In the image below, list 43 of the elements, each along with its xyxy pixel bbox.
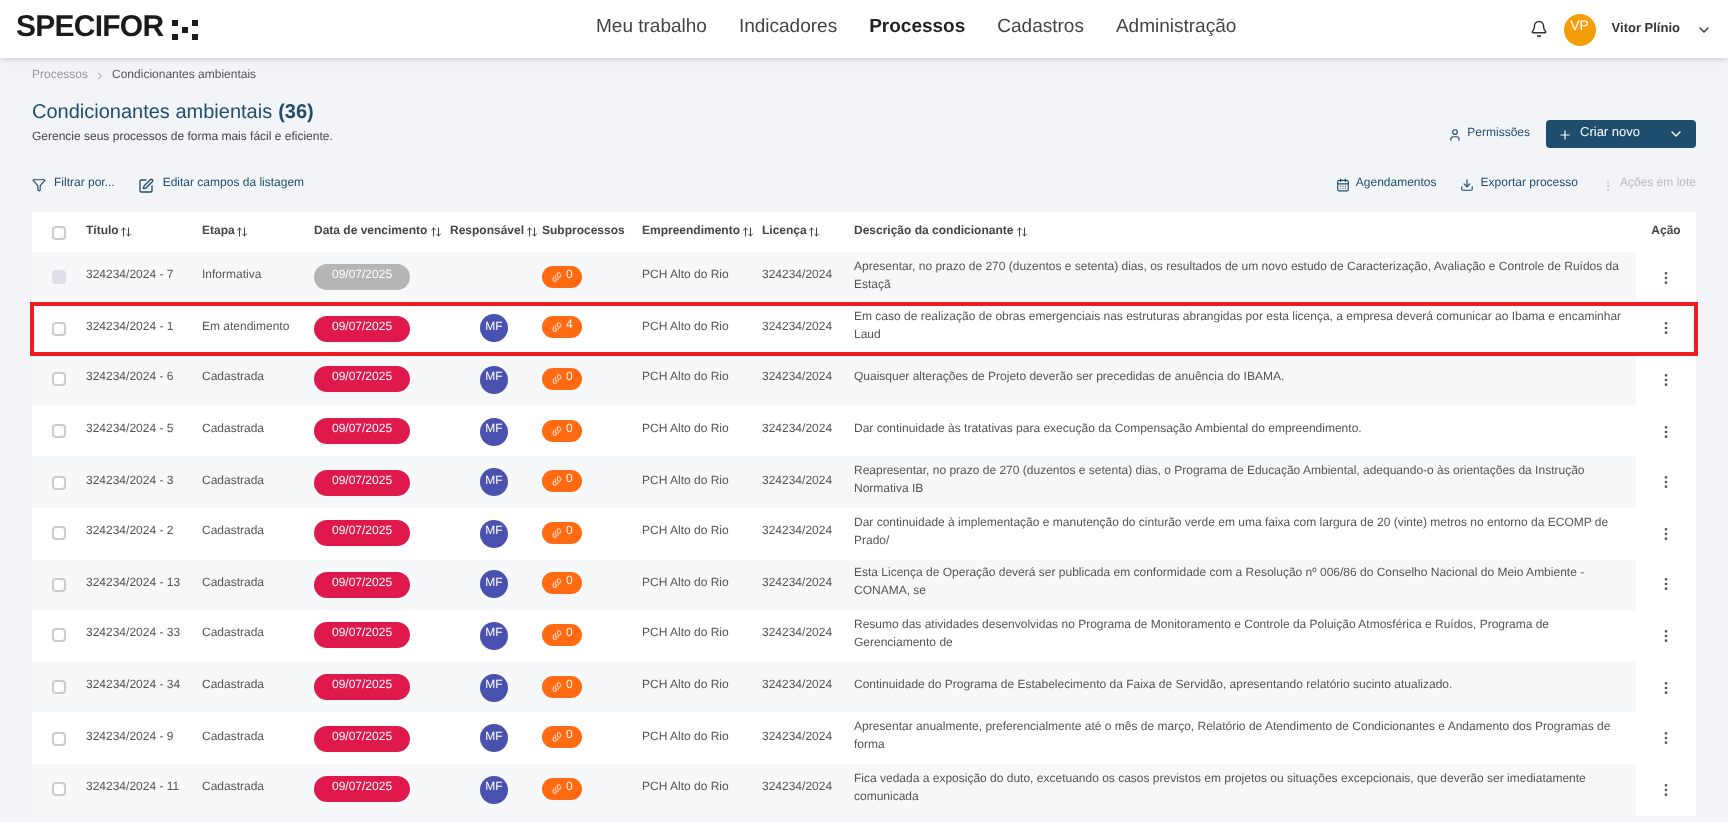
- row-checkbox[interactable]: [51, 628, 65, 643]
- row-checkbox[interactable]: [51, 321, 65, 336]
- nav-link[interactable]: Administração: [1115, 14, 1237, 44]
- sort-icon: [120, 226, 133, 238]
- plus-icon: [1558, 127, 1573, 141]
- row-checkbox[interactable]: [51, 372, 65, 387]
- bell-icon[interactable]: [1529, 20, 1548, 38]
- sort-icon: [429, 226, 442, 238]
- table-row[interactable]: [32, 610, 1696, 662]
- row-checkbox[interactable]: [51, 475, 65, 490]
- chevron-right-icon: [94, 70, 107, 82]
- logo-text: SPECIFOR: [16, 8, 164, 49]
- sort-icon: [526, 226, 539, 238]
- row-checkbox[interactable]: [51, 526, 65, 541]
- table-row[interactable]: [32, 456, 1696, 508]
- sort-icon: [742, 226, 755, 238]
- sort-icon: [236, 226, 249, 238]
- row-checkbox[interactable]: [51, 782, 65, 797]
- page-title: Condicionantes ambientais: [32, 100, 273, 128]
- sort-icon: [808, 226, 821, 238]
- nav-link[interactable]: Meu trabalho: [596, 14, 707, 44]
- table-row[interactable]: [32, 303, 1696, 355]
- download-icon: [1460, 178, 1475, 192]
- nav-link[interactable]: Processos: [869, 14, 966, 44]
- filter-icon: [32, 178, 46, 192]
- sort-icon: [1015, 226, 1028, 238]
- row-checkbox[interactable]: [51, 731, 65, 746]
- user-icon: [1447, 127, 1462, 141]
- table-row[interactable]: [32, 712, 1696, 764]
- nav-link[interactable]: Cadastros: [997, 14, 1084, 44]
- count-label: (36): [278, 100, 314, 128]
- row-checkbox[interactable]: [51, 680, 65, 695]
- calendar-icon: [1335, 178, 1350, 192]
- chevron-down-icon: [1668, 126, 1684, 142]
- logo-icon: [171, 19, 200, 39]
- table-row[interactable]: [32, 763, 1696, 816]
- edit-icon: [138, 177, 155, 193]
- row-checkbox[interactable]: [51, 424, 65, 439]
- table-row[interactable]: [32, 507, 1696, 560]
- nav-link[interactable]: Indicadores: [738, 14, 838, 44]
- select-all-checkbox[interactable]: [51, 225, 65, 239]
- row-checkbox[interactable]: [51, 577, 65, 592]
- table-row[interactable]: [32, 559, 1696, 611]
